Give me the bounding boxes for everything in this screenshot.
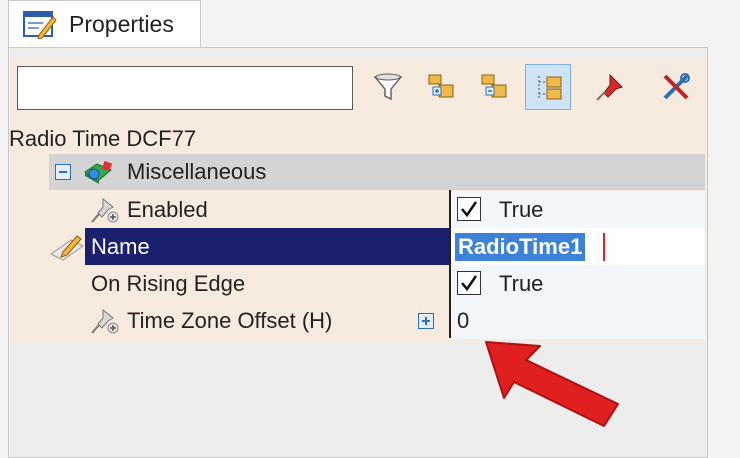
property-value-cell[interactable]: True xyxy=(451,265,705,302)
property-value-cell[interactable]: True xyxy=(451,191,705,228)
property-grid: Miscellaneous Enabled True Name RadioTim… xyxy=(9,154,707,341)
property-value-cell[interactable]: 0 xyxy=(451,302,705,339)
property-name-cell: Name xyxy=(85,228,449,265)
properties-window-icon xyxy=(23,11,57,39)
property-name-cell: On Rising Edge xyxy=(85,265,449,302)
property-value-cell[interactable]: RadioTime1 xyxy=(451,228,705,265)
alphabetical-button[interactable] xyxy=(471,64,517,110)
category-label: Miscellaneous xyxy=(127,159,267,184)
search-input[interactable] xyxy=(17,66,353,110)
expand-icon[interactable] xyxy=(418,313,434,329)
categorized-button[interactable] xyxy=(418,64,464,110)
property-label: Name xyxy=(91,234,150,259)
property-row-on-rising-edge[interactable]: On Rising Edge True xyxy=(85,265,705,302)
check-icon xyxy=(461,275,478,292)
property-label: Enabled xyxy=(127,197,208,222)
filter-button[interactable] xyxy=(365,64,411,110)
property-pages-icon xyxy=(538,76,562,100)
property-name-cell: Enabled xyxy=(85,191,449,228)
on-rising-edge-checkbox[interactable] xyxy=(457,271,481,295)
annotation-arrow-icon xyxy=(485,341,619,427)
selected-object-name: Radio Time DCF77 xyxy=(9,126,197,151)
funnel-icon xyxy=(373,73,403,101)
properties-tab[interactable]: Properties xyxy=(8,0,201,48)
property-value: 0 xyxy=(457,308,470,333)
text-caret xyxy=(603,233,605,261)
property-name-cell: Time Zone Offset (H) xyxy=(85,302,449,339)
pin-icon xyxy=(91,197,119,223)
collapse-icon[interactable] xyxy=(55,164,71,180)
property-label: Time Zone Offset (H) xyxy=(127,308,333,333)
category-miscellaneous[interactable]: Miscellaneous xyxy=(49,154,705,190)
category-icon xyxy=(84,160,113,184)
pushpin-icon xyxy=(596,73,623,101)
tools-icon xyxy=(663,73,690,100)
property-value: True xyxy=(499,197,544,222)
alphabetical-icon xyxy=(481,74,507,98)
name-edit-input[interactable]: RadioTime1 xyxy=(455,233,586,261)
property-value: True xyxy=(499,271,544,296)
categorized-icon xyxy=(428,74,454,98)
check-icon xyxy=(461,201,478,218)
column-splitter[interactable] xyxy=(449,190,451,338)
edit-pencil-icon xyxy=(50,235,84,261)
tab-label: Properties xyxy=(69,11,174,37)
enabled-checkbox[interactable] xyxy=(457,197,481,221)
pin-icon xyxy=(91,308,119,334)
tools-button[interactable] xyxy=(653,64,699,110)
property-row-name[interactable]: Name RadioTime1 xyxy=(85,228,705,265)
property-label: On Rising Edge xyxy=(91,271,246,296)
property-pages-button[interactable] xyxy=(525,64,571,110)
property-row-enabled[interactable]: Enabled True xyxy=(85,191,705,228)
property-row-time-zone-offset[interactable]: Time Zone Offset (H) 0 xyxy=(85,302,705,339)
pin-button[interactable] xyxy=(587,64,633,110)
